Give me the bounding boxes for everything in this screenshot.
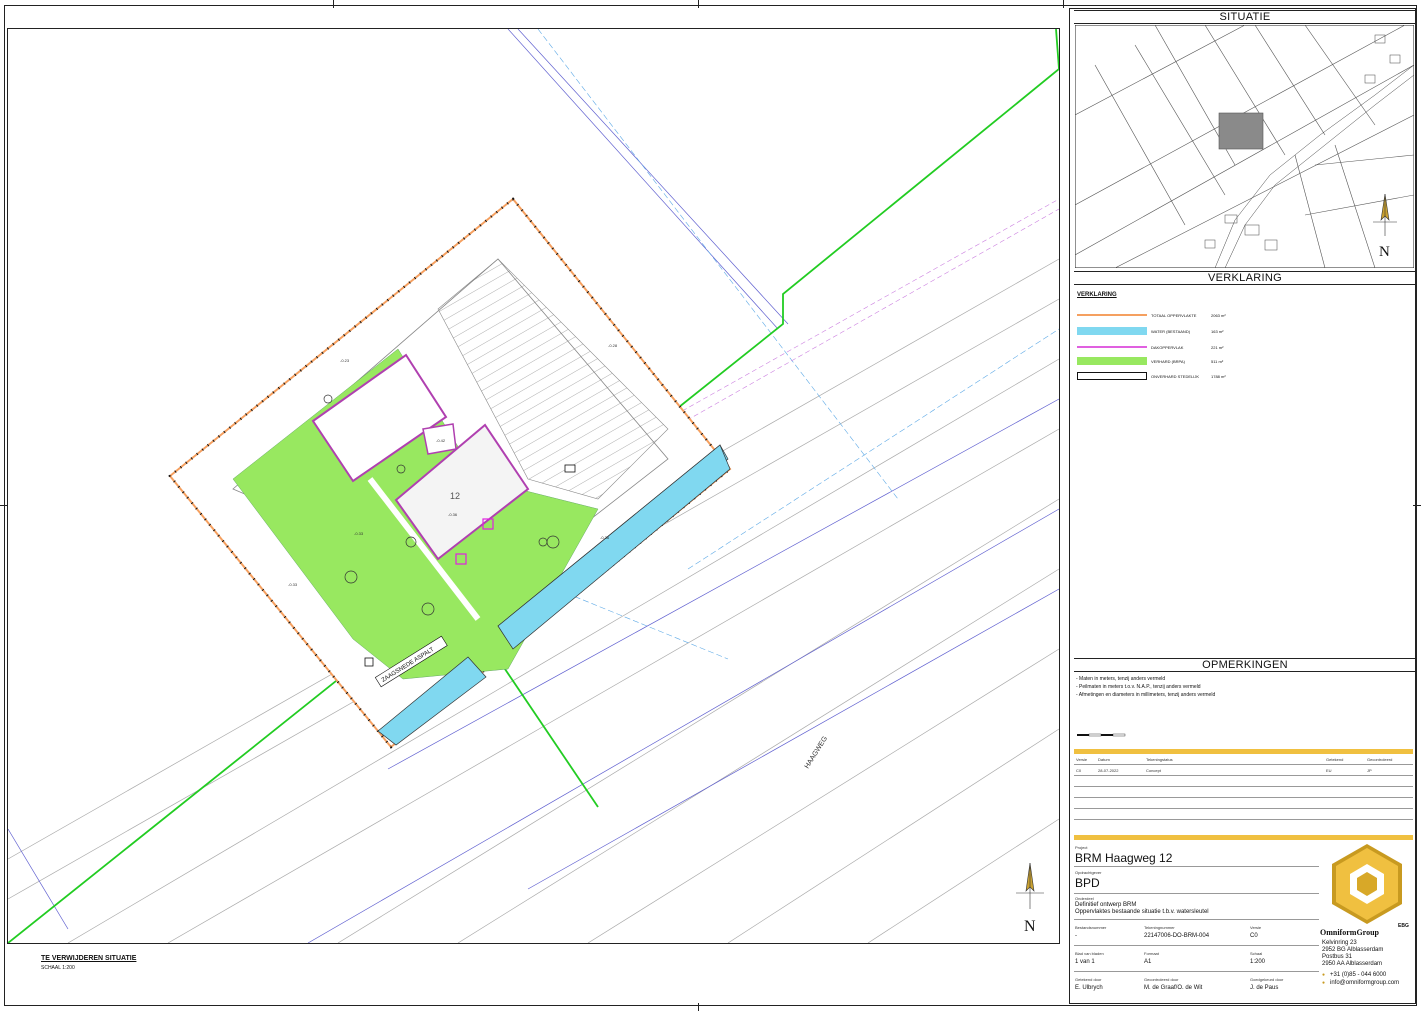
drawn-by: E. Ulbrych: [1075, 985, 1103, 991]
checked-by: M. de Graaf/O. de Wit: [1144, 985, 1203, 991]
north-arrow-icon: N: [1016, 862, 1044, 935]
situatie-title: SITUATIE: [1074, 10, 1416, 24]
level-label: -0.36: [600, 535, 610, 540]
level-label: -0.42: [436, 438, 446, 443]
level-label: -0.23: [340, 358, 350, 363]
level-label: -0.33: [288, 582, 298, 587]
opmerkingen-title: OPMERKINGEN: [1074, 658, 1416, 672]
drawn-by-label: Getekend door: [1075, 977, 1102, 982]
revision-header: Gecontroleerd: [1367, 757, 1393, 762]
project-label: Project: [1075, 845, 1088, 850]
version-label: Versie: [1250, 925, 1262, 930]
situatie-map: N: [1075, 25, 1414, 268]
version: C0: [1250, 933, 1258, 939]
approved-by: J. de Paus: [1250, 985, 1279, 991]
level-label: -0.36: [448, 512, 458, 517]
company-address: 2952 BG Alblasserdam: [1322, 947, 1384, 953]
revision-cell: 28-07-2022: [1098, 768, 1119, 773]
drawing-number: 22147006-DO-BRM-004: [1144, 933, 1210, 939]
site-plan: 12 HAAGWEG ZAAGSNEDE ASPALT -0.23 -0.33 …: [8, 29, 1059, 943]
subject-label: Onderdeel: [1075, 896, 1094, 901]
edge-tick: [333, 0, 334, 8]
client-label: Opdrachtgever: [1075, 870, 1102, 875]
revision-row-line: [1074, 819, 1413, 820]
scale-label: Schaal: [1250, 951, 1263, 956]
level-label: -0.28: [608, 343, 618, 348]
revision-row-line: [1074, 775, 1413, 776]
revision-cell: JP: [1367, 768, 1372, 773]
company-address: Postbus 31: [1322, 954, 1353, 960]
project-name: BRM Haagweg 12: [1075, 851, 1173, 865]
approved-by-label: Goedgekeurd door: [1250, 977, 1284, 982]
company-email: info@omniformgroup.com: [1330, 980, 1400, 986]
drawing-number-label: Tekeningnummer: [1144, 925, 1175, 930]
titleblock-border: [1074, 835, 1413, 840]
client-name: BPD: [1075, 876, 1100, 890]
format-label: Formaat: [1144, 951, 1159, 956]
legend-heading: VERKLARING: [1077, 292, 1117, 298]
revision-header: Tekeningstatus: [1146, 757, 1173, 762]
edge-tick: [698, 0, 699, 8]
remark-line: - Afmetingen en diameters in millimeters…: [1076, 692, 1216, 698]
revision-header: Versie: [1076, 757, 1088, 762]
building-number: 12: [450, 491, 460, 501]
revision-row-line: [1074, 797, 1413, 798]
scale: 1:200: [1250, 959, 1266, 965]
sheet-label: Blad van bladen: [1075, 951, 1104, 956]
revision-cell: Concept: [1146, 768, 1161, 773]
edge-tick: [698, 1003, 699, 1011]
file-number: -: [1075, 933, 1077, 939]
company-suffix: EBG: [1398, 923, 1409, 929]
checked-by-label: Gecontroleerd door: [1144, 977, 1179, 982]
email-icon: ●: [1322, 980, 1326, 986]
level-label: -0.33: [354, 531, 364, 536]
sheet-count: 1 van 1: [1075, 959, 1095, 965]
subject-line: Definitief ontwerp BRM: [1075, 902, 1137, 908]
file-number-label: Bestandsnummer: [1075, 925, 1107, 930]
revision-row-line: [1074, 764, 1413, 765]
phone-icon: ●: [1322, 972, 1326, 978]
edge-tick: [1063, 0, 1064, 8]
company-phone: +31 (0)85 - 044 6000: [1330, 972, 1387, 978]
site-location-marker: [1218, 112, 1264, 150]
scale-bar: [1077, 733, 1126, 737]
verklaring-title: VERKLARING: [1074, 271, 1416, 285]
company-address: 2950 AA Alblasserdam: [1322, 961, 1383, 967]
drawing-caption-title: TE VERWIJDEREN SITUATIE: [41, 955, 137, 962]
revision-cell: EU: [1326, 768, 1332, 773]
subject-line: Oppervlaktes bestaande situatie t.b.v. w…: [1075, 909, 1209, 915]
company-name: OmniformGroup: [1320, 928, 1379, 937]
revision-table-border: [1074, 749, 1413, 754]
revision-header: Datum: [1098, 757, 1110, 762]
drawing-caption-scale: SCHAAL 1:200: [41, 965, 75, 971]
svg-text:N: N: [1024, 918, 1036, 935]
company-address: Kelvinring 23: [1322, 940, 1357, 946]
company-logo-icon: [1332, 844, 1402, 924]
remark-line: - Maten in meters, tenzij anders vermeld: [1076, 676, 1166, 682]
svg-text:N: N: [1379, 244, 1390, 260]
revision-cell: C0: [1076, 768, 1082, 773]
road-label: HAAGWEG: [804, 735, 829, 770]
revision-header: Getekend: [1326, 757, 1344, 762]
revision-row-line: [1074, 808, 1413, 809]
revision-row-line: [1074, 786, 1413, 787]
remark-line: - Peilmaten in meters t.o.v. N.A.P., ten…: [1076, 684, 1201, 690]
format: A1: [1144, 959, 1152, 965]
